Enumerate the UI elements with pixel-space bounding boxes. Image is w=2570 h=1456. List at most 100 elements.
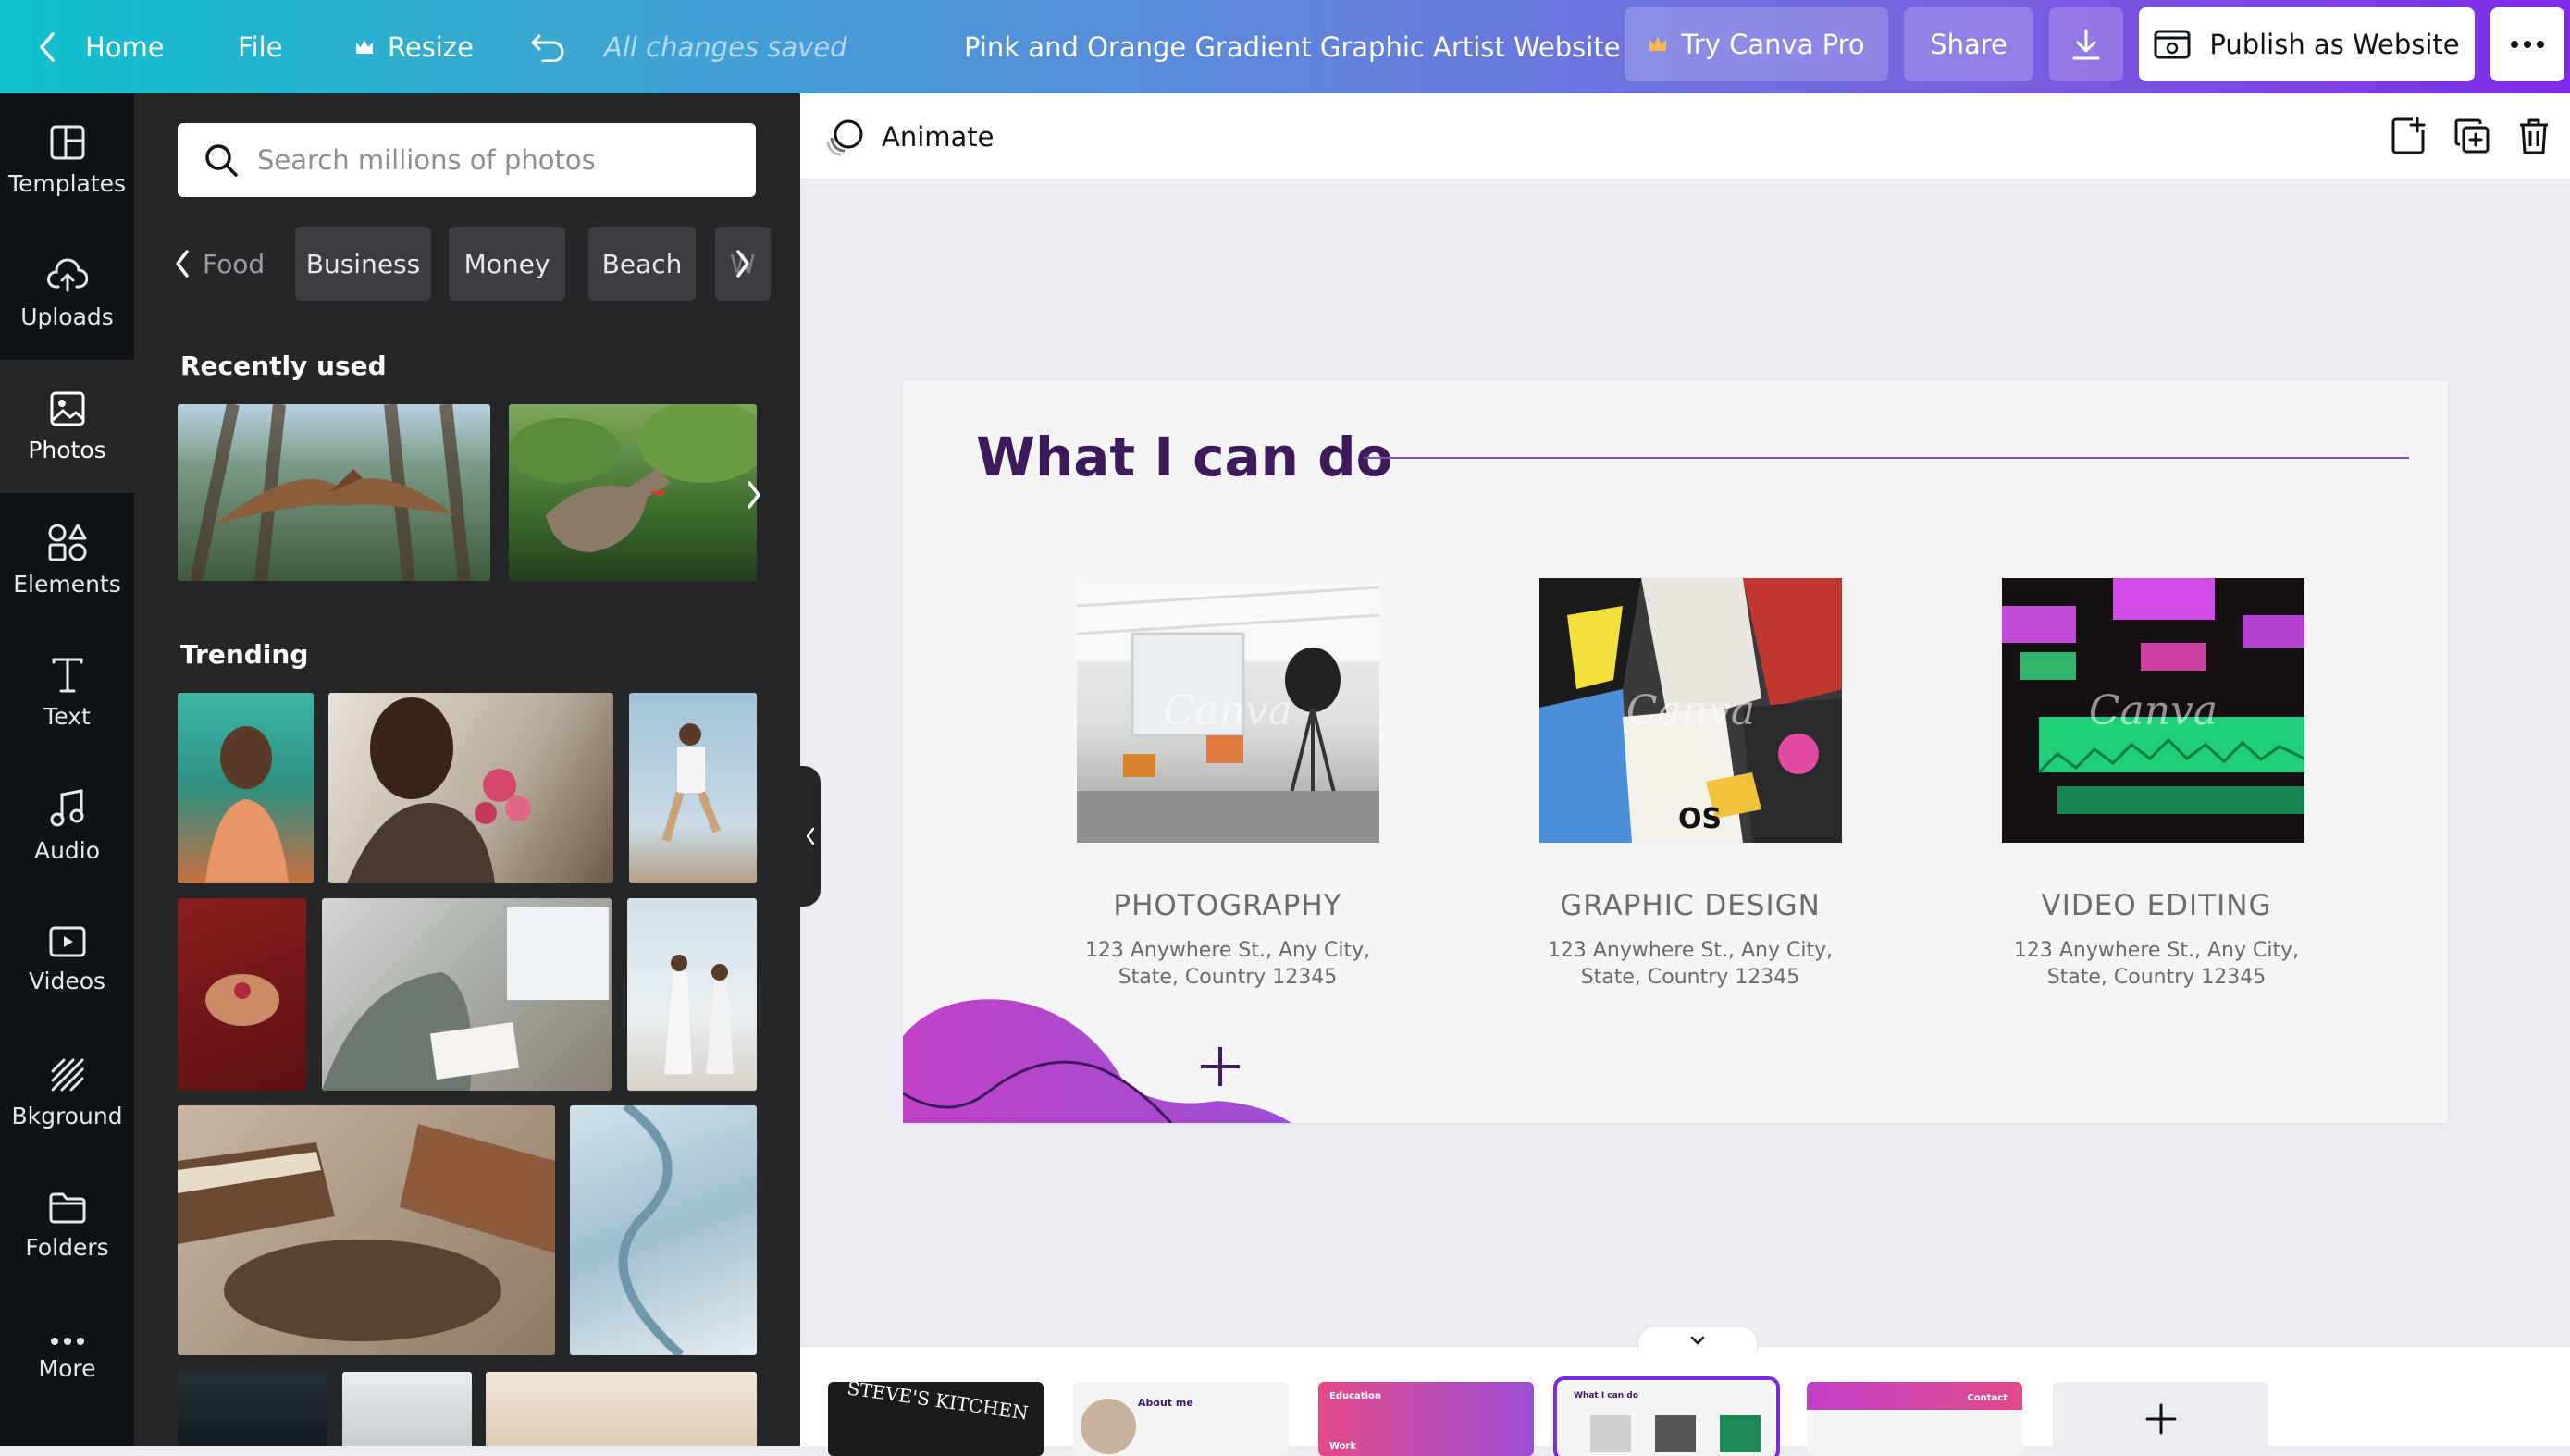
rail-uploads[interactable]: Uploads — [0, 227, 134, 360]
rail-text[interactable]: Text — [0, 626, 134, 759]
service-address-video-editing[interactable]: 123 Anywhere St., Any City, State, Count… — [1962, 937, 2351, 991]
rail-background[interactable]: Bkground — [0, 1026, 134, 1159]
more-options-button[interactable] — [2490, 7, 2564, 81]
chip-food[interactable]: Food — [197, 227, 266, 301]
plus-decoration[interactable] — [1199, 1045, 1242, 1088]
cloud-upload-icon — [47, 257, 88, 294]
crown-icon — [1648, 35, 1668, 54]
rail-uploads-label: Uploads — [20, 303, 114, 330]
rail-folders[interactable]: Folders — [0, 1159, 134, 1292]
trending-photo-2[interactable] — [328, 693, 613, 883]
add-page-thumbnail-button[interactable] — [2053, 1382, 2268, 1456]
delete-page-button[interactable] — [2514, 116, 2554, 156]
photos-panel: Food Business Money Beach W Recently use… — [134, 93, 800, 1446]
rail-elements[interactable]: Elements — [0, 493, 134, 626]
trending-photo-7[interactable] — [178, 1105, 555, 1355]
chip-business[interactable]: Business — [295, 227, 431, 301]
try-canva-pro-button[interactable]: Try Canva Pro — [1625, 7, 1888, 81]
recent-scroll-right[interactable] — [735, 458, 772, 532]
chevron-left-icon — [805, 826, 816, 846]
trending-photo-11[interactable] — [486, 1372, 757, 1446]
animate-button[interactable]: Animate — [826, 93, 995, 179]
photo-search-input[interactable] — [255, 143, 736, 177]
rail-more[interactable]: More — [0, 1292, 134, 1425]
rail-photos[interactable]: Photos — [0, 360, 134, 493]
top-bar: Home File Resize All changes saved Pink … — [0, 0, 2570, 93]
rail-text-label: Text — [43, 703, 91, 730]
chevron-down-icon — [1689, 1335, 1706, 1346]
recent-photo-dinosaur[interactable] — [509, 404, 757, 581]
undo-icon — [530, 32, 567, 62]
canvas-toolbar: Animate — [800, 93, 2570, 179]
thumbnail-4-label: What I can do — [1574, 1391, 1638, 1400]
pterodactyl-illustration — [178, 404, 490, 581]
download-button[interactable] — [2049, 7, 2123, 81]
page-thumbnail-1[interactable]: STEVE'S KITCHEN — [828, 1382, 1044, 1456]
photography-image[interactable]: Canva — [1077, 578, 1379, 843]
trending-photo-10[interactable] — [342, 1372, 472, 1446]
chips-scroll-right[interactable] — [734, 227, 752, 301]
page-thumbnail-4[interactable]: What I can do — [1559, 1382, 1774, 1456]
add-page-button[interactable] — [2388, 116, 2428, 156]
chip-beach[interactable]: Beach — [588, 227, 696, 301]
service-address-graphic-design[interactable]: 123 Anywhere St., Any City, State, Count… — [1496, 937, 1884, 991]
templates-icon — [49, 124, 86, 161]
share-button[interactable]: Share — [1904, 7, 2033, 81]
service-name-video-editing[interactable]: VIDEO EDITING — [1962, 889, 2351, 922]
undo-button[interactable] — [530, 0, 567, 93]
address-line-2: State, Country 12345 — [1962, 964, 2351, 991]
chips-scroll-left[interactable] — [173, 227, 192, 301]
page-thumbnail-3[interactable]: Education Work — [1318, 1382, 1534, 1456]
sweaters-dog-illustration — [178, 1105, 555, 1355]
rail-templates[interactable]: Templates — [0, 93, 134, 227]
home-button[interactable]: Home — [37, 0, 165, 93]
duplicate-page-button[interactable] — [2452, 116, 2492, 156]
service-name-graphic-design[interactable]: GRAPHIC DESIGN — [1496, 889, 1884, 922]
canva-watermark: Canva — [1539, 578, 1842, 843]
video-editing-image[interactable]: Canva — [2002, 578, 2304, 843]
chevron-right-icon — [734, 248, 752, 279]
thumbnail-5-body — [1807, 1410, 2022, 1456]
trending-photo-6[interactable] — [627, 898, 757, 1091]
rail-videos[interactable]: Videos — [0, 893, 134, 1026]
graphic-design-image[interactable]: OS Canva — [1539, 578, 1842, 843]
chip-money[interactable]: Money — [449, 227, 565, 301]
trending-photo-5[interactable] — [322, 898, 612, 1091]
design-page[interactable]: What I can do Canva PHOTOGRAPHY 123 Anyw… — [903, 381, 2448, 1123]
page-title[interactable]: What I can do — [976, 426, 1392, 488]
thumbnail-2-avatar — [1081, 1399, 1136, 1454]
trending-photo-4[interactable] — [178, 898, 306, 1091]
page-thumbnail-5[interactable]: Contact — [1807, 1382, 2022, 1456]
title-divider-line[interactable] — [1364, 457, 2409, 459]
trending-photo-9[interactable] — [178, 1372, 327, 1446]
document-title[interactable]: Pink and Orange Gradient Graphic Artist … — [964, 0, 1621, 93]
trending-photo-1[interactable] — [178, 693, 314, 883]
file-menu-button[interactable]: File — [238, 0, 283, 93]
page-thumbnail-2[interactable]: About me — [1073, 1382, 1289, 1456]
photo-search-box[interactable] — [178, 123, 756, 197]
publish-website-button[interactable]: Publish as Website — [2139, 7, 2475, 81]
canva-watermark: Canva — [1077, 578, 1379, 843]
recent-photo-pterodactyl[interactable] — [178, 404, 490, 581]
service-name-photography[interactable]: PHOTOGRAPHY — [1033, 889, 1422, 922]
more-horizontal-icon — [2509, 40, 2546, 49]
trending-photo-8[interactable] — [570, 1105, 757, 1355]
thumbnail-2-label: About me — [1138, 1397, 1193, 1409]
chevron-left-icon — [173, 248, 192, 279]
resize-label: Resize — [388, 31, 474, 63]
rail-background-label: Bkground — [11, 1103, 122, 1129]
trash-icon — [2517, 117, 2551, 155]
save-status: All changes saved — [604, 0, 847, 93]
address-line-1: 123 Anywhere St., Any City, — [1033, 937, 1422, 964]
panel-collapse-handle[interactable] — [800, 766, 821, 907]
chevron-left-icon — [37, 31, 57, 63]
plus-icon — [2145, 1403, 2177, 1435]
rail-audio[interactable]: Audio — [0, 759, 134, 893]
trending-photo-3[interactable] — [629, 693, 757, 883]
text-icon — [51, 657, 84, 694]
rail-elements-label: Elements — [13, 571, 121, 598]
resize-button[interactable]: Resize — [354, 0, 474, 93]
publish-label: Publish as Website — [2209, 29, 2459, 60]
strip-toggle-button[interactable] — [1637, 1326, 1758, 1352]
writing-illustration — [322, 898, 612, 1091]
